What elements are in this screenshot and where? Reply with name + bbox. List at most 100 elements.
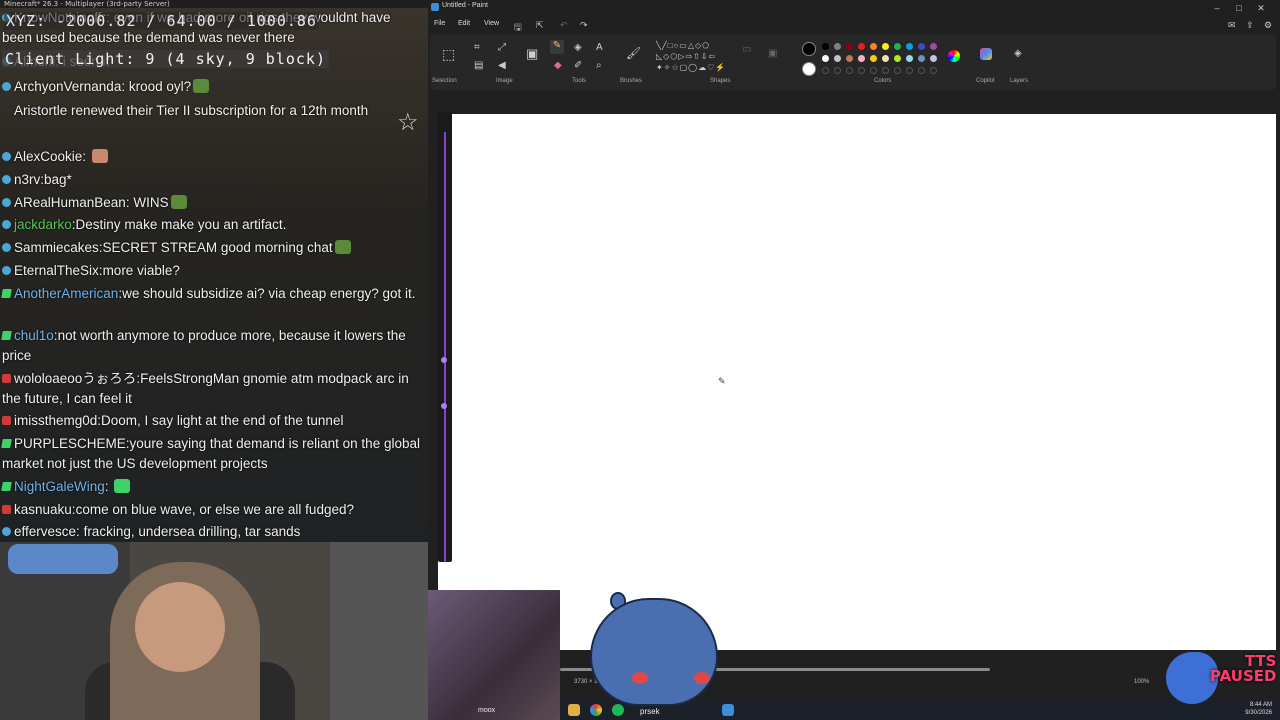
chat-username[interactable]: chul1o	[14, 328, 54, 343]
feedback-icon[interactable]: ✉	[1228, 20, 1236, 31]
outline-icon[interactable]: ▭	[742, 44, 751, 55]
brush-size-slider[interactable]	[438, 112, 452, 562]
color-swatch[interactable]	[846, 43, 853, 50]
clock-time: 8:44 AM	[1249, 702, 1272, 708]
pencil-icon[interactable]: ✎	[550, 40, 564, 54]
text-icon[interactable]: A	[596, 42, 603, 53]
fill-shape-icon[interactable]: ▣	[768, 48, 777, 59]
chat-username[interactable]: imissthemg0d	[14, 413, 97, 428]
chat-username[interactable]: PURPLESCHEME	[14, 436, 126, 451]
color-swatch[interactable]	[918, 55, 925, 62]
chat-username[interactable]: kasnuaku	[14, 502, 72, 517]
color-swatch[interactable]	[906, 55, 913, 62]
layers-icon[interactable]: ◈	[1014, 48, 1022, 59]
chat-badge-icon	[2, 374, 11, 383]
primary-color[interactable]	[802, 42, 816, 56]
guest-name-moox: moox	[478, 707, 496, 714]
color-swatch[interactable]	[870, 43, 877, 50]
undo-icon[interactable]: ↶	[560, 20, 568, 31]
crop-icon[interactable]: ⌗	[474, 42, 480, 53]
settings-icon[interactable]: ⚙	[1264, 20, 1272, 31]
chat-username[interactable]: EternalTheSix	[14, 263, 99, 278]
color-swatch[interactable]	[894, 55, 901, 62]
magnifier-icon[interactable]: ⌕	[596, 60, 602, 71]
color-swatch[interactable]	[822, 55, 829, 62]
share-profile-icon[interactable]: ⇪	[1246, 20, 1254, 31]
color-swatch[interactable]	[822, 43, 829, 50]
color-swatch[interactable]	[882, 55, 889, 62]
color-swatch[interactable]	[846, 55, 853, 62]
menu-file[interactable]: File	[434, 20, 445, 27]
custom-color-slot[interactable]	[918, 67, 925, 74]
chat-text: come on blue wave, or else we are all fu…	[75, 502, 354, 517]
chat-username[interactable]: Aristortle	[14, 103, 67, 118]
color-swatch[interactable]	[906, 43, 913, 50]
rotate-icon[interactable]: ◀	[498, 60, 506, 71]
color-swatch[interactable]	[858, 43, 865, 50]
custom-color-slot[interactable]	[870, 67, 877, 74]
chat-badge-icon	[2, 505, 11, 514]
fill-icon[interactable]: ◈	[574, 42, 582, 53]
chat-badge-icon	[2, 243, 11, 252]
chat-badge-icon	[2, 416, 11, 425]
copilot-icon[interactable]	[980, 48, 992, 60]
chat-username[interactable]: ARealHumanBean	[14, 195, 126, 210]
color-swatch[interactable]	[918, 43, 925, 50]
menu-view[interactable]: View	[484, 20, 499, 27]
minecraft-light-readout: Client Light: 9 (4 sky, 9 block)	[2, 50, 329, 68]
share-icon[interactable]: ⇱	[536, 20, 544, 31]
custom-color-slot[interactable]	[834, 67, 841, 74]
chat-text: renewed their Tier II subscription for a…	[71, 103, 369, 118]
selection-icon[interactable]: ⬚	[442, 46, 455, 63]
file-explorer-icon[interactable]	[568, 704, 580, 716]
chat-username[interactable]: ArchyonVernanda	[14, 79, 121, 94]
chat-username[interactable]: Sammiecakes	[14, 240, 99, 255]
color-swatch[interactable]	[882, 43, 889, 50]
custom-color-slot[interactable]	[858, 67, 865, 74]
resize-icon[interactable]: ⤢	[498, 42, 506, 53]
edit-colors-icon[interactable]	[948, 50, 960, 62]
image-select-icon[interactable]: ▣	[526, 46, 538, 62]
brushes-icon[interactable]: 🖌	[626, 46, 641, 60]
color-swatch[interactable]	[930, 55, 937, 62]
paint-taskbar-icon[interactable]	[722, 704, 734, 716]
custom-color-slot[interactable]	[894, 67, 901, 74]
custom-color-slot[interactable]	[822, 67, 829, 74]
prsek-cheek-left	[632, 672, 648, 684]
color-picker-icon[interactable]: ✐	[574, 60, 582, 71]
eraser-icon[interactable]: ◆	[554, 60, 562, 71]
color-swatch[interactable]	[870, 55, 877, 62]
chat-emote-icon	[170, 195, 187, 209]
chat-username[interactable]: AlexCookie	[14, 149, 82, 164]
close-button[interactable]: ✕	[1250, 1, 1272, 15]
maximize-button[interactable]: □	[1228, 1, 1250, 15]
chat-badge-icon	[2, 527, 11, 536]
secondary-color[interactable]	[802, 62, 816, 76]
chat-username[interactable]: n3rv	[14, 172, 40, 187]
color-swatch[interactable]	[834, 55, 841, 62]
custom-color-slot[interactable]	[846, 67, 853, 74]
chat-username[interactable]: jackdarko	[14, 217, 72, 232]
shapes-gallery[interactable]: ╲╱□○▭△◇⬠ ◺◇⬡▷⇨⇧⇩⇦ ✦✧☆▢◯☁♡⚡	[656, 40, 730, 73]
drawing-canvas[interactable]: ✎	[438, 114, 1276, 650]
chat-username[interactable]: AnotherAmerican	[14, 286, 118, 301]
chat-username[interactable]: wololoaeooうぉろろ	[14, 371, 136, 386]
color-swatch[interactable]	[834, 43, 841, 50]
chat-username[interactable]: NightGaleWing	[14, 479, 105, 494]
image-background-icon[interactable]: ▤	[474, 60, 483, 71]
chat-username[interactable]: effervesce	[14, 524, 76, 539]
opacity-knob[interactable]	[441, 403, 447, 409]
zoom-level[interactable]: 100%	[1134, 679, 1149, 685]
minimize-button[interactable]: –	[1206, 1, 1228, 15]
custom-color-slot[interactable]	[906, 67, 913, 74]
brush-size-knob[interactable]	[441, 357, 447, 363]
star-icon[interactable]: ☆	[397, 108, 419, 137]
color-swatch[interactable]	[894, 43, 901, 50]
color-swatch[interactable]	[858, 55, 865, 62]
redo-icon[interactable]: ↷	[580, 20, 588, 31]
pencil-cursor-icon: ✎	[718, 376, 726, 386]
custom-color-slot[interactable]	[930, 67, 937, 74]
color-swatch[interactable]	[930, 43, 937, 50]
menu-edit[interactable]: Edit	[458, 20, 470, 27]
custom-color-slot[interactable]	[882, 67, 889, 74]
